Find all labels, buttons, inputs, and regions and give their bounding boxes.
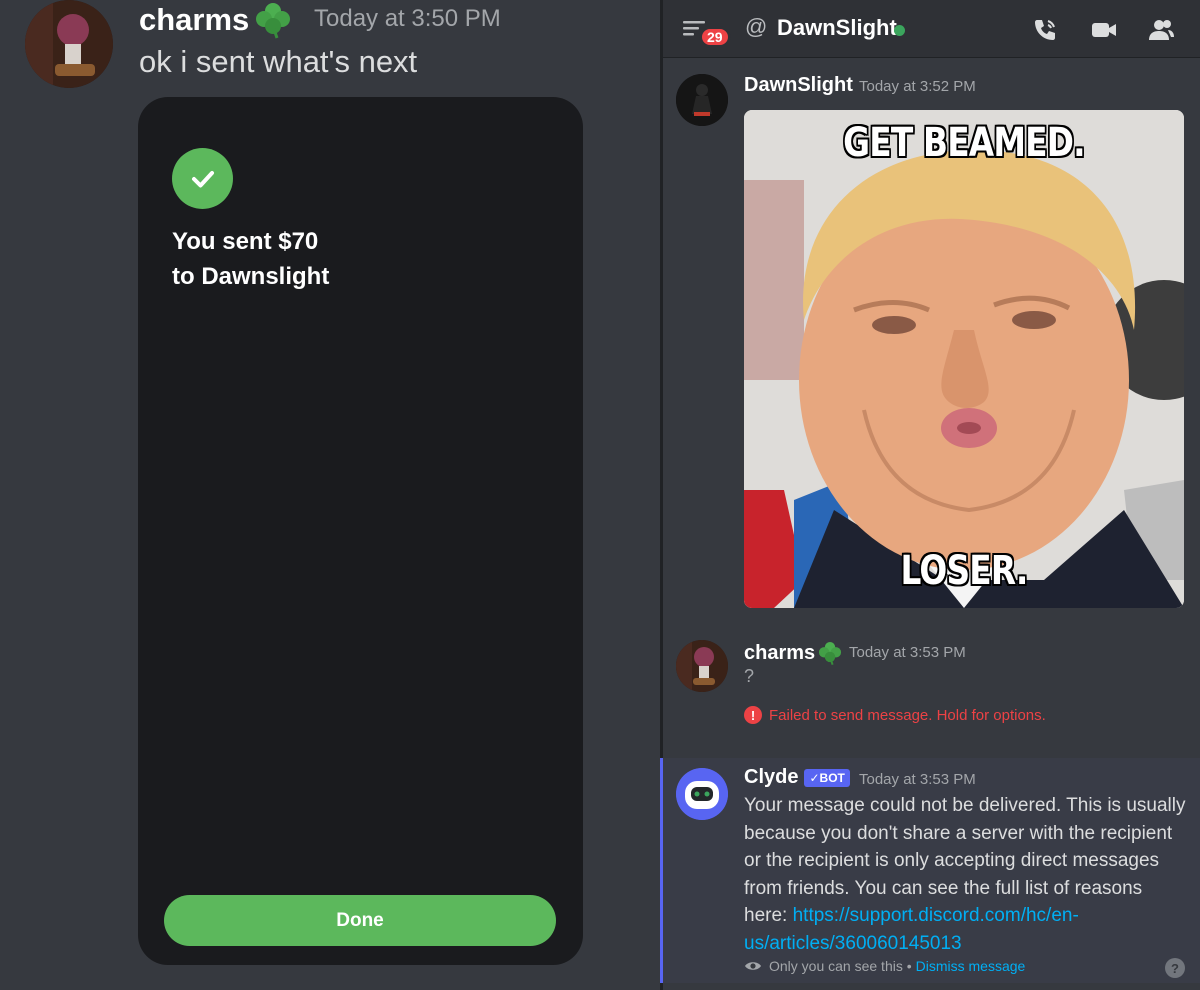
ephemeral-notice: Only you can see this • Dismiss message	[744, 958, 1025, 974]
clover-icon	[256, 3, 291, 39]
payment-amount-text: You sent $70	[172, 228, 319, 255]
clyde-highlight-bar	[660, 758, 663, 983]
online-status-indicator	[894, 25, 905, 36]
charms-avatar[interactable]	[25, 0, 113, 88]
message-timestamp: Today at 3:50 PM	[314, 5, 501, 32]
check-icon	[172, 148, 233, 209]
unread-badge: 29	[699, 26, 731, 48]
author-name[interactable]: charms	[744, 642, 815, 665]
left-chat-panel: charms Today at 3:50 PM ok i sent what's…	[0, 0, 660, 990]
clyde-message-text: Your message could not be delivered. Thi…	[744, 792, 1189, 957]
right-dm-panel: 29 @ DawnSlight DawnSlight Today at 3:52…	[660, 0, 1200, 990]
payment-screenshot[interactable]: You sent $70 to Dawnslight Done	[138, 97, 583, 965]
message-author[interactable]: charms	[744, 640, 843, 666]
author-name[interactable]: Clyde	[744, 766, 798, 789]
help-icon[interactable]: ?	[1165, 958, 1185, 978]
done-button[interactable]: Done	[164, 895, 556, 946]
robot-icon	[676, 768, 728, 820]
video-icon[interactable]	[1090, 16, 1118, 44]
message-author[interactable]: charms	[139, 0, 293, 40]
message-text: ?	[744, 666, 755, 686]
message-timestamp: Today at 3:52 PM	[859, 78, 976, 95]
dawnslight-avatar[interactable]	[676, 74, 728, 126]
message-timestamp: Today at 3:53 PM	[859, 771, 976, 788]
meme-top-caption: GET BEAMED.	[843, 120, 1085, 166]
bot-tag: ✓BOT	[804, 768, 850, 787]
failed-send-notice[interactable]: ! Failed to send message. Hold for optio…	[744, 706, 1046, 724]
meme-bottom-caption: LOSER.	[900, 548, 1028, 594]
charms-avatar[interactable]	[676, 640, 728, 692]
error-icon: !	[744, 706, 762, 724]
call-icon[interactable]	[1031, 16, 1059, 44]
clyde-avatar[interactable]	[676, 768, 728, 820]
message-author[interactable]: Clyde ✓BOT	[744, 766, 850, 789]
support-link[interactable]: https://support.discord.com/hc/en-us/art…	[744, 905, 1079, 954]
members-icon[interactable]	[1147, 16, 1175, 44]
dm-header: 29 @ DawnSlight	[663, 0, 1200, 58]
dm-title[interactable]: DawnSlight	[777, 15, 897, 41]
author-name[interactable]: charms	[139, 2, 249, 38]
message-timestamp: Today at 3:53 PM	[849, 644, 966, 661]
eye-icon	[745, 962, 761, 970]
payment-recipient-text: to Dawnslight	[172, 263, 330, 290]
dismiss-message-link[interactable]: Dismiss message	[916, 958, 1026, 974]
message-author[interactable]: DawnSlight	[744, 74, 853, 97]
meme-image[interactable]: GET BEAMED. LOSER.	[744, 110, 1184, 608]
failed-send-text: Failed to send message. Hold for options…	[769, 706, 1046, 724]
message-text: ok i sent what's next	[139, 44, 418, 79]
clover-icon	[819, 641, 842, 666]
at-icon: @	[745, 14, 768, 39]
only-you-text: Only you can see this •	[769, 958, 912, 974]
